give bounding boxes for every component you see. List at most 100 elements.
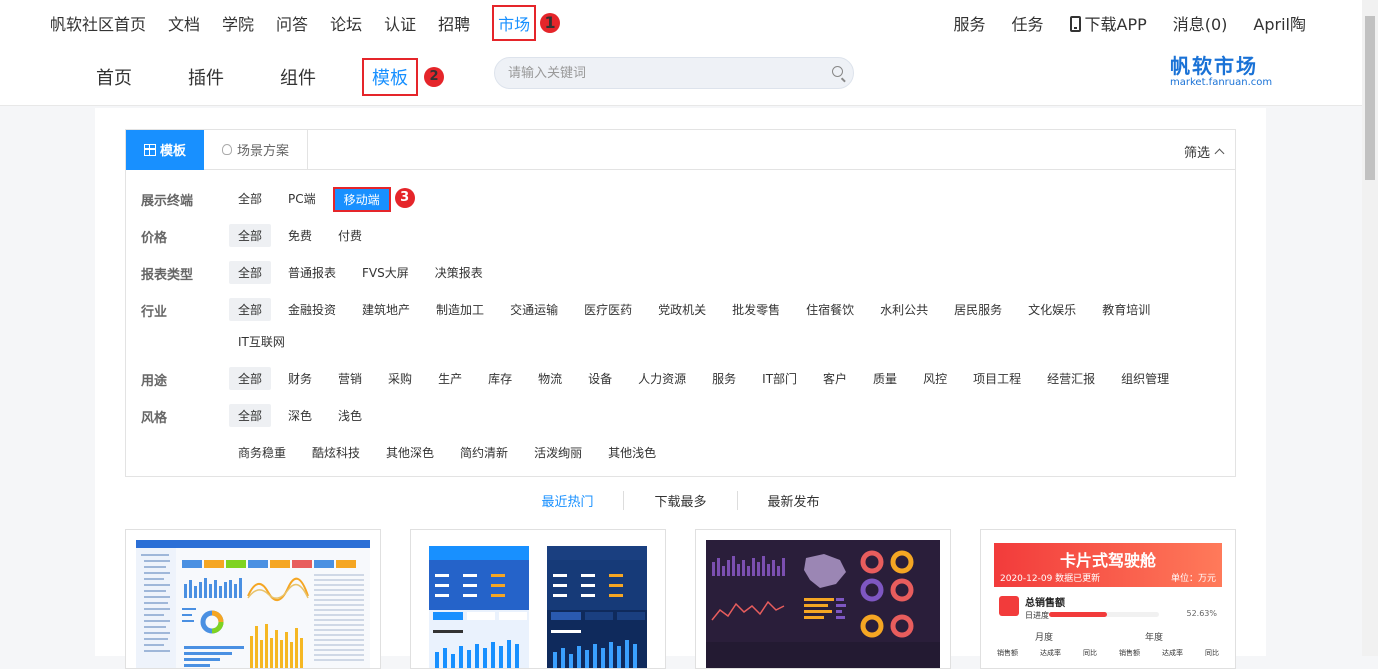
filter-option[interactable]: 住宿餐饮: [797, 298, 863, 321]
scrollbar[interactable]: [1362, 0, 1378, 656]
template-thumbnail: [136, 540, 370, 668]
filter-option[interactable]: 质量: [864, 367, 906, 390]
filter-option[interactable]: 建筑地产: [353, 298, 419, 321]
tab-plugins[interactable]: 插件: [188, 64, 224, 90]
template-card[interactable]: [695, 529, 951, 669]
tab-components[interactable]: 组件: [280, 64, 316, 90]
filter-option[interactable]: 其他深色: [377, 441, 443, 464]
filter-option[interactable]: 制造加工: [427, 298, 493, 321]
money-bag-icon: [999, 596, 1019, 616]
search-icon[interactable]: [832, 66, 843, 77]
filter-option[interactable]: 全部: [229, 261, 272, 284]
filter-option[interactable]: 财务: [279, 367, 321, 390]
sort-most-downloads[interactable]: 下载最多: [624, 491, 738, 510]
nav-docs[interactable]: 文档: [168, 11, 200, 35]
filter-option[interactable]: 免费: [279, 224, 321, 247]
filter-option[interactable]: 居民服务: [945, 298, 1011, 321]
tab-scene[interactable]: 场景方案: [204, 129, 309, 170]
template-card[interactable]: 卡片式驾驶舱 2020-12-09 数据已更新 单位：万元 总销售额 日进度 5…: [980, 529, 1236, 669]
filter-option[interactable]: 全部: [229, 367, 272, 390]
top-nav-right: 服务 任务 下载APP 消息(0) April陶: [927, 0, 1306, 46]
filter-option[interactable]: 深色: [279, 404, 321, 427]
template-card[interactable]: [410, 529, 666, 669]
nav-tasks[interactable]: 任务: [1011, 11, 1043, 35]
filter-option[interactable]: 全部: [229, 224, 272, 247]
filter-option[interactable]: 金融投资: [279, 298, 345, 321]
search-input[interactable]: [495, 58, 815, 88]
filter-option[interactable]: 水利公共: [871, 298, 937, 321]
filter-option[interactable]: 设备: [579, 367, 621, 390]
filter-label: 价格: [141, 231, 168, 246]
template-card[interactable]: [125, 529, 381, 669]
user-name[interactable]: April陶: [1253, 11, 1306, 35]
filter-option[interactable]: 其他浅色: [599, 441, 665, 464]
tab-home[interactable]: 首页: [96, 64, 132, 90]
filter-option[interactable]: 生产: [429, 367, 471, 390]
filter-label: 报表类型: [141, 268, 194, 283]
filter-option[interactable]: 文化娱乐: [1019, 298, 1085, 321]
filter-option[interactable]: 物流: [529, 367, 571, 390]
progress-value: 52.63%: [1186, 609, 1217, 618]
filter-option[interactable]: 浅色: [329, 404, 371, 427]
filter-option[interactable]: 项目工程: [964, 367, 1030, 390]
filter-label: 风格: [141, 411, 168, 426]
filter-option[interactable]: 全部: [229, 187, 271, 212]
filter-option[interactable]: 商务稳重: [229, 441, 295, 464]
filter-option[interactable]: 服务: [703, 367, 745, 390]
filter-option[interactable]: 简约清新: [451, 441, 517, 464]
nav-market[interactable]: 市场: [492, 5, 537, 41]
top-navigation: 帆软社区首页 文档 学院 问答 论坛 认证 招聘 市场 1 服务 任务 下载AP…: [0, 0, 1362, 46]
filter-option[interactable]: 采购: [379, 367, 421, 390]
template-thumbnail: [706, 540, 940, 668]
nav-messages[interactable]: 消息(0): [1173, 11, 1228, 35]
filter-option[interactable]: 营销: [329, 367, 371, 390]
tab-templates[interactable]: 模板: [362, 58, 418, 96]
nav-forum[interactable]: 论坛: [330, 11, 362, 35]
card-date: 2020-12-09 数据已更新: [1000, 574, 1101, 584]
filter-option[interactable]: 人力资源: [629, 367, 695, 390]
filter-option[interactable]: 酷炫科技: [303, 441, 369, 464]
market-tabs: 首页 插件 组件 模板 2: [96, 58, 500, 96]
filter-option[interactable]: 付费: [329, 224, 371, 247]
nav-certification[interactable]: 认证: [384, 11, 416, 35]
filter-options: 全部 金融投资 建筑地产 制造加工 交通运输 医疗医药 党政机关 批发零售 住宿…: [229, 298, 1167, 321]
filter-option[interactable]: 交通运输: [501, 298, 567, 321]
nav-services[interactable]: 服务: [953, 11, 985, 35]
sort-newest[interactable]: 最新发布: [738, 491, 850, 510]
filter-option[interactable]: FVS大屏: [353, 261, 418, 284]
filter-option[interactable]: 教育培训: [1093, 298, 1159, 321]
tab-template[interactable]: 模板: [126, 129, 205, 170]
filter-panel: 模板 场景方案 筛选 展示终端 全部 PC端 移动端 3 价格 全部 免费 付费…: [125, 129, 1236, 477]
scrollbar-thumb[interactable]: [1365, 16, 1375, 180]
filter-option[interactable]: 党政机关: [649, 298, 715, 321]
filter-option[interactable]: 风控: [914, 367, 956, 390]
sort-recent-hot[interactable]: 最近热门: [511, 491, 625, 510]
filter-option-mobile[interactable]: 移动端: [332, 187, 391, 212]
filter-option[interactable]: 普通报表: [279, 261, 345, 284]
filter-option[interactable]: 活泼绚丽: [525, 441, 591, 464]
filter-option[interactable]: IT部门: [753, 367, 806, 390]
nav-jobs[interactable]: 招聘: [438, 11, 470, 35]
market-logo[interactable]: 帆软市场 market.fanruan.com: [1170, 50, 1272, 88]
main-content: 模板 场景方案 筛选 展示终端 全部 PC端 移动端 3 价格 全部 免费 付费…: [95, 108, 1266, 669]
filter-option[interactable]: 全部: [229, 404, 272, 427]
nav-download-app[interactable]: 下载APP: [1069, 11, 1147, 35]
top-nav-left: 帆软社区首页 文档 学院 问答 论坛 认证 招聘 市场 1: [50, 0, 582, 46]
nav-academy[interactable]: 学院: [222, 11, 254, 35]
nav-qa[interactable]: 问答: [276, 11, 308, 35]
filter-option[interactable]: 决策报表: [426, 261, 492, 284]
filter-option[interactable]: 组织管理: [1112, 367, 1178, 390]
nav-community-home[interactable]: 帆软社区首页: [50, 11, 146, 35]
filter-option[interactable]: 经营汇报: [1038, 367, 1104, 390]
metric-col: 销售额: [997, 649, 1018, 657]
filter-option[interactable]: 医疗医药: [575, 298, 641, 321]
filter-option[interactable]: 库存: [479, 367, 521, 390]
filter-option[interactable]: IT互联网: [229, 330, 294, 353]
template-thumbnail: 卡片式驾驶舱 2020-12-09 数据已更新 单位：万元 总销售额 日进度 5…: [991, 540, 1225, 668]
filter-option[interactable]: 客户: [814, 367, 856, 390]
filter-option[interactable]: 批发零售: [723, 298, 789, 321]
filter-option[interactable]: PC端: [279, 187, 325, 212]
filter-toggle[interactable]: 筛选: [1184, 142, 1225, 161]
filter-option[interactable]: 全部: [229, 298, 272, 321]
progress-bar: [1049, 612, 1159, 617]
